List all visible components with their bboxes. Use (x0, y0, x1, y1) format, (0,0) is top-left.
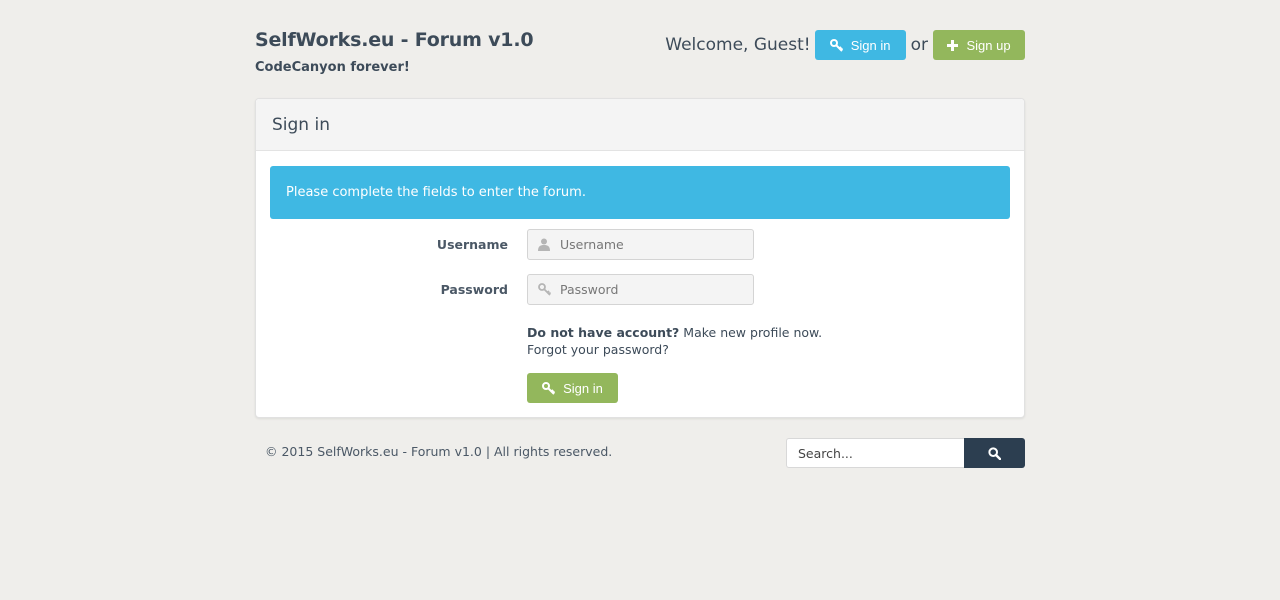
header-signin-button[interactable]: Sign in (814, 30, 906, 60)
register-link[interactable]: Make new profile now. (683, 325, 822, 340)
password-label: Password (440, 282, 508, 297)
key-icon (528, 283, 560, 296)
username-label: Username (436, 237, 508, 252)
search-input[interactable] (786, 438, 964, 468)
header-signup-label: Sign up (966, 37, 1011, 53)
username-field[interactable] (527, 229, 754, 260)
username-input[interactable] (560, 237, 750, 252)
signin-submit-button[interactable]: Sign in (527, 373, 618, 403)
search-form (786, 438, 1025, 468)
header-signup-button[interactable]: Sign up (933, 30, 1025, 60)
header-signin-label: Sign in (850, 37, 891, 53)
account-links: Do not have account? Make new profile no… (527, 324, 822, 358)
search-icon (988, 446, 1001, 460)
password-input[interactable] (560, 282, 750, 297)
signin-submit-label: Sign in (563, 380, 603, 396)
site-title[interactable]: SelfWorks.eu - Forum v1.0 (255, 29, 534, 51)
no-account-text: Do not have account? (527, 325, 680, 340)
user-icon (528, 238, 560, 251)
key-icon (829, 38, 843, 52)
site-tagline: CodeCanyon forever! (255, 60, 410, 75)
welcome-text: Welcome, Guest! (665, 35, 811, 55)
forgot-password-link[interactable]: Forgot your password? (527, 341, 822, 358)
search-button[interactable] (964, 438, 1025, 468)
copyright-text: © 2015 SelfWorks.eu - Forum v1.0 | All r… (265, 444, 613, 459)
or-text: or (910, 35, 928, 55)
signin-panel: Sign in Please complete the fields to en… (255, 98, 1025, 418)
panel-header: Sign in (256, 99, 1024, 151)
panel-title: Sign in (272, 114, 330, 135)
plus-icon (947, 39, 959, 51)
key-icon (542, 381, 556, 395)
user-bar: Welcome, Guest! Sign in or Sign up (665, 30, 1025, 60)
password-field[interactable] (527, 274, 754, 305)
page: SelfWorks.eu - Forum v1.0 CodeCanyon for… (255, 0, 1025, 600)
info-alert: Please complete the fields to enter the … (270, 166, 1010, 219)
